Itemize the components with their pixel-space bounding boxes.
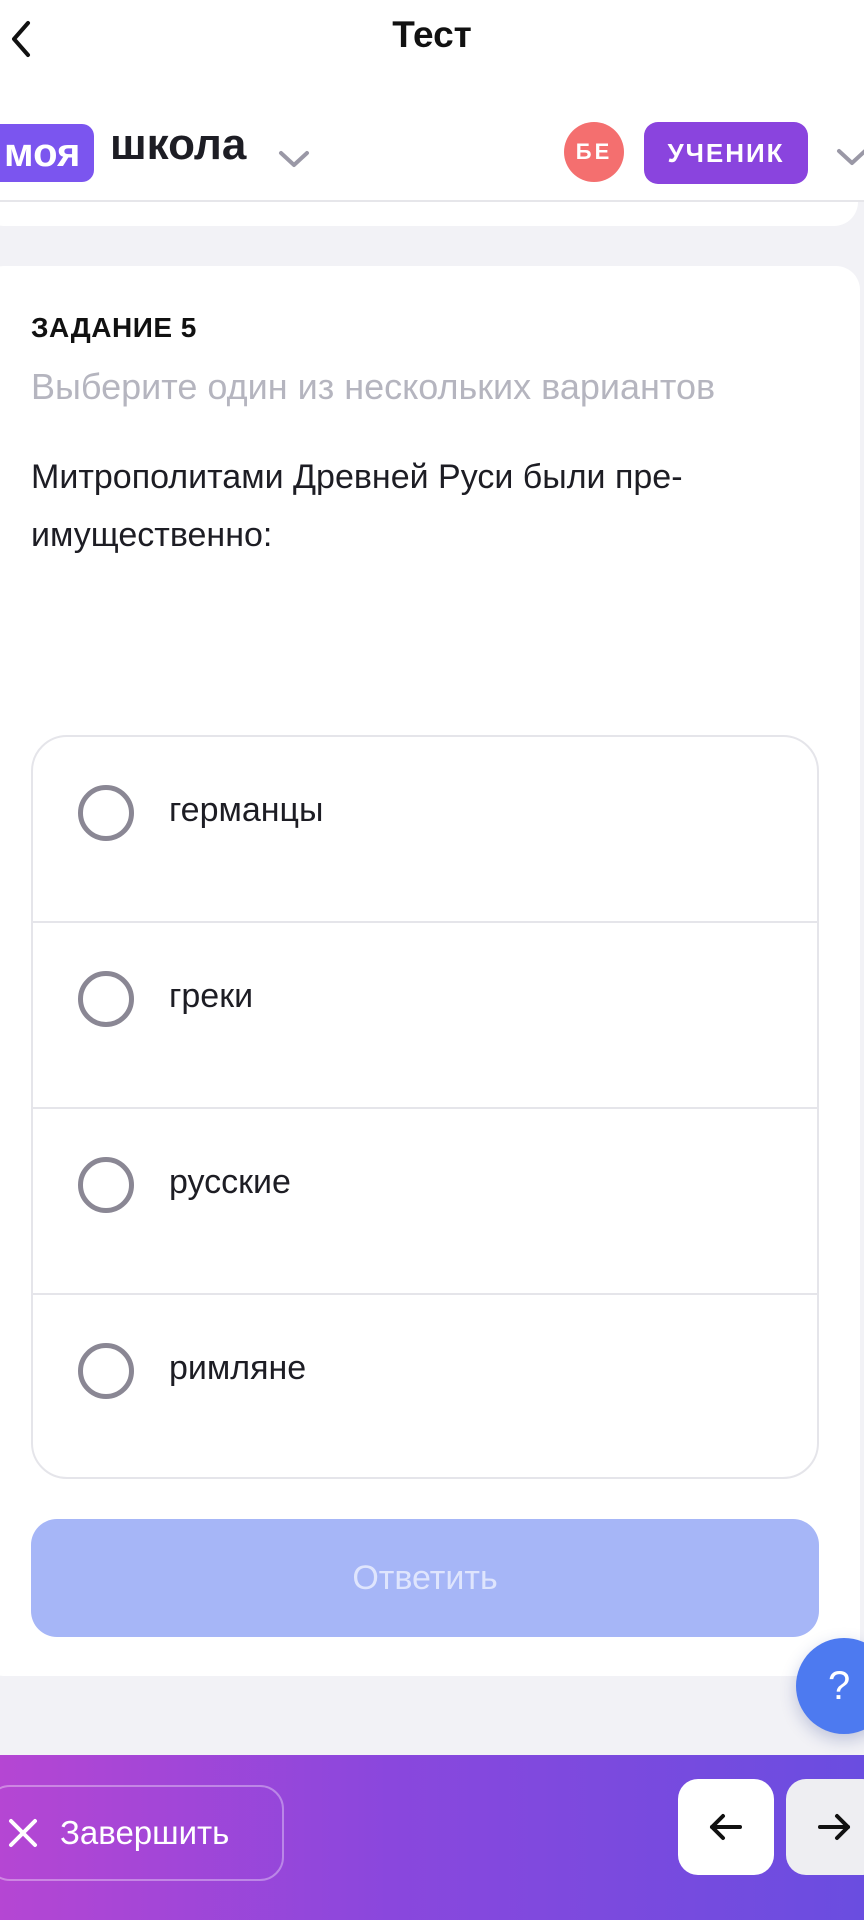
finish-label: Завершить <box>60 1814 230 1851</box>
chevron-down-icon[interactable] <box>836 148 864 166</box>
radio-button[interactable] <box>78 971 134 1027</box>
bottom-action-bar: Завершить <box>0 1755 864 1920</box>
test-screen: Тест моя школа БЕ УЧЕНИК ЗАДАНИЕ 5 Выбер… <box>0 0 864 1920</box>
previous-card <box>0 202 858 226</box>
radio-button[interactable] <box>78 1343 134 1399</box>
answer-option[interactable]: германцы <box>33 737 817 923</box>
top-navigation-bar: Тест <box>0 0 864 90</box>
arrow-right-icon <box>818 1814 850 1840</box>
chevron-down-icon[interactable] <box>278 150 310 168</box>
answer-option[interactable]: римляне <box>33 1295 817 1477</box>
option-label: римляне <box>169 1349 307 1387</box>
next-task-button[interactable] <box>786 1779 864 1875</box>
answer-option[interactable]: греки <box>33 923 817 1109</box>
answer-option[interactable]: русские <box>33 1109 817 1295</box>
task-question: Митрополитами Древней Руси были пре- иму… <box>31 448 801 564</box>
logo-badge: моя <box>0 124 95 182</box>
option-label: греки <box>169 977 254 1015</box>
radio-button[interactable] <box>78 1157 134 1213</box>
task-number: ЗАДАНИЕ 5 <box>31 312 197 343</box>
option-label: русские <box>169 1163 291 1201</box>
task-hint: Выберите один из нескольких вариантов <box>31 366 716 407</box>
radio-button[interactable] <box>78 785 134 841</box>
close-icon <box>9 1819 37 1847</box>
previous-task-button[interactable] <box>678 1779 774 1875</box>
question-line: имущественно: <box>31 516 273 554</box>
role-badge[interactable]: УЧЕНИК <box>644 122 808 184</box>
avatar[interactable]: БЕ <box>564 122 624 182</box>
finish-test-button[interactable]: Завершить <box>0 1785 284 1881</box>
question-line: Митрополитами Древней Руси были пре- <box>31 458 683 496</box>
page-title: Тест <box>392 14 472 55</box>
arrow-left-icon <box>710 1814 742 1840</box>
logo-text: школа <box>110 120 247 169</box>
answer-options: германцы греки русские римляне <box>31 735 819 1479</box>
option-label: германцы <box>169 791 324 829</box>
submit-answer-button[interactable]: Ответить <box>31 1519 819 1637</box>
school-header: моя школа БЕ УЧЕНИК <box>0 90 864 202</box>
